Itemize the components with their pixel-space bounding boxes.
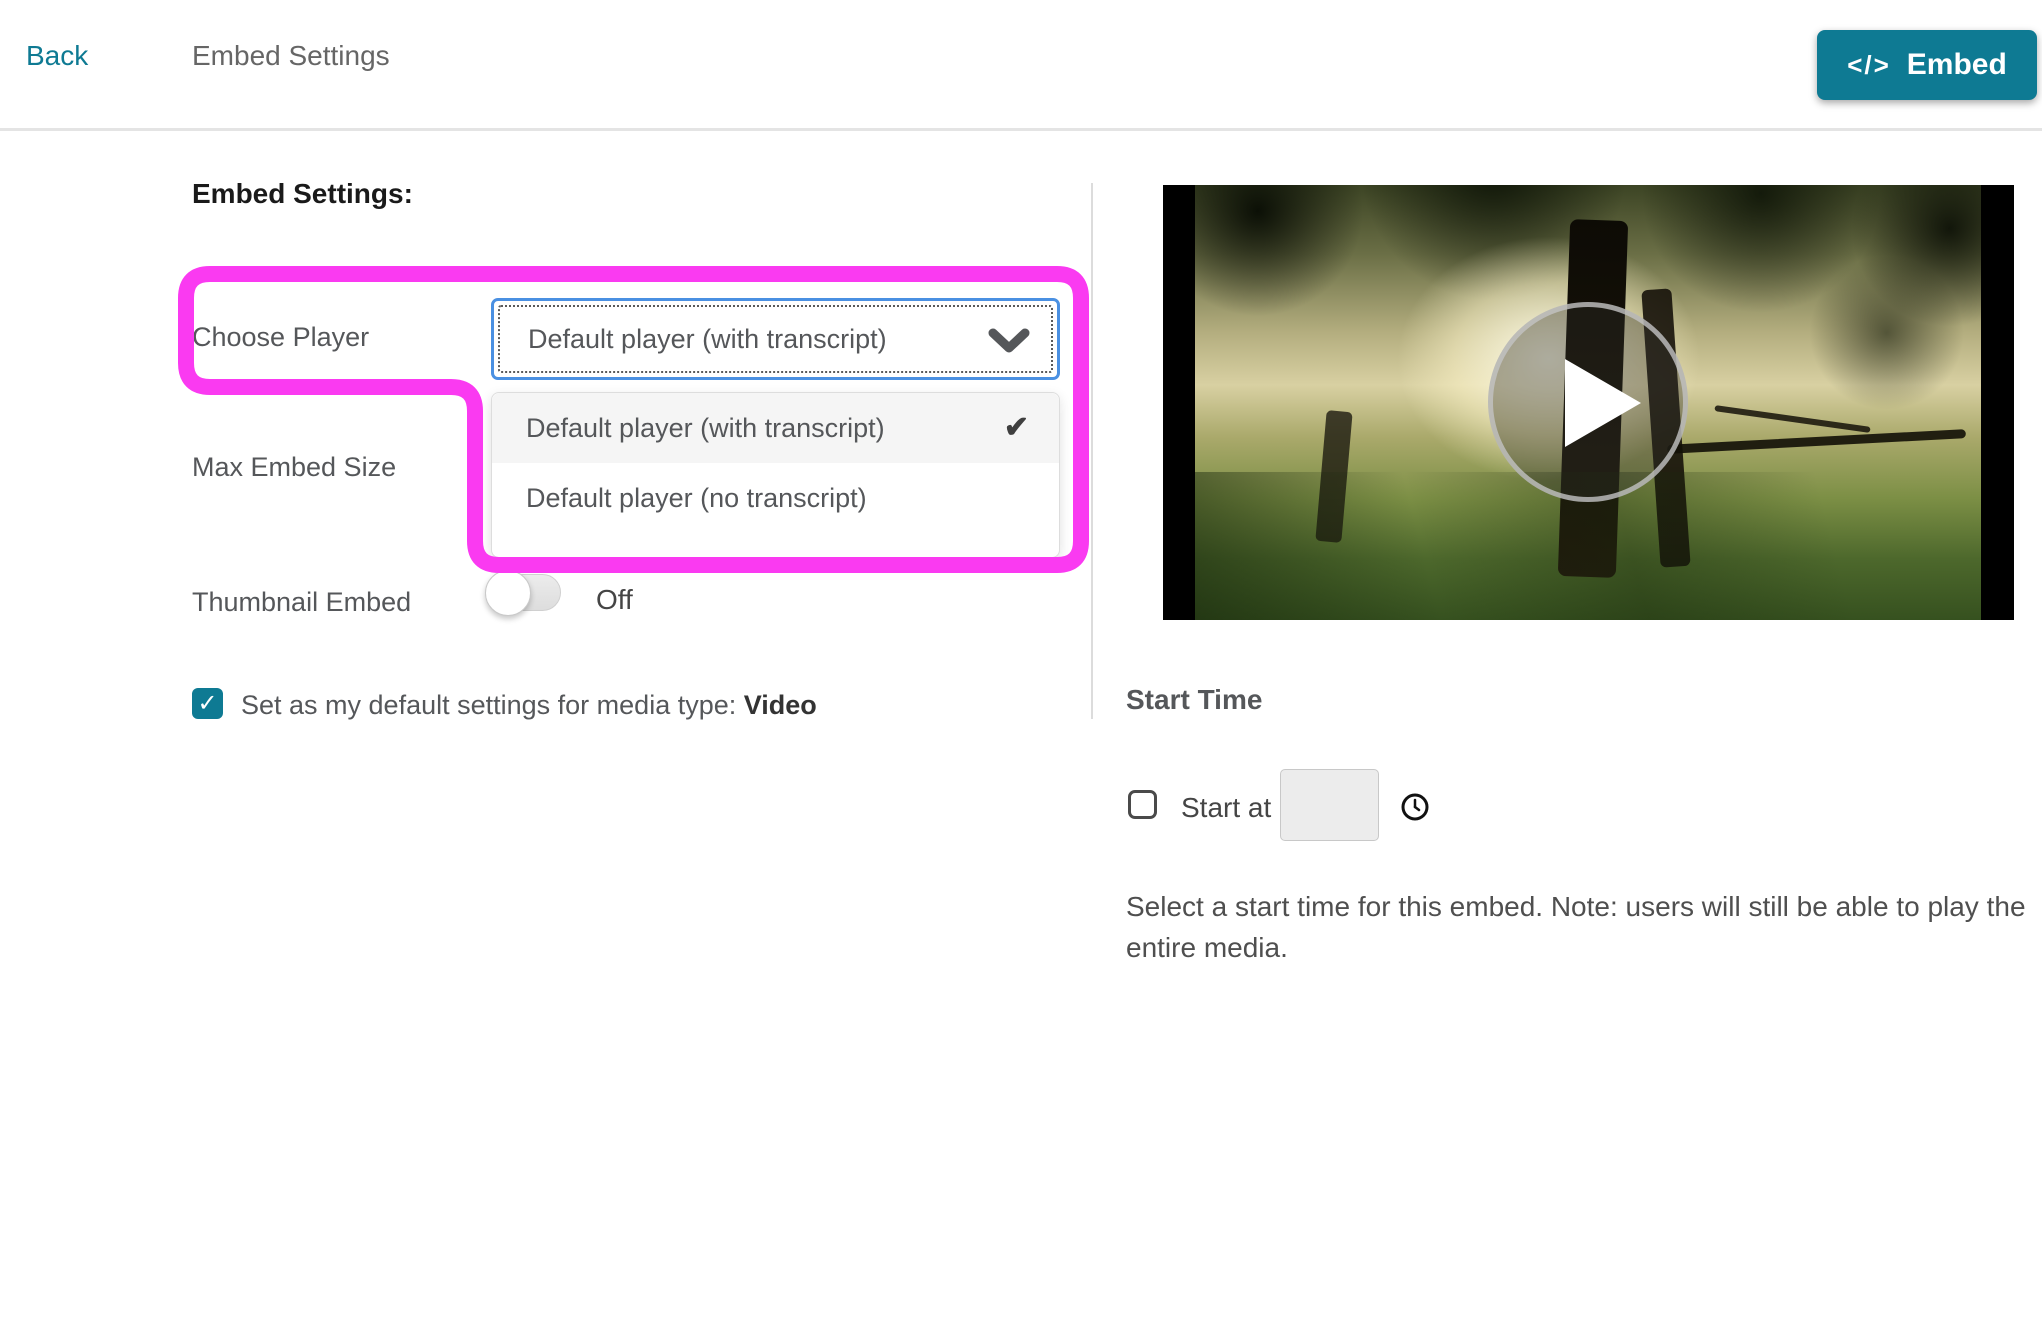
start-time-title: Start Time [1126, 684, 1262, 716]
start-time-input[interactable] [1280, 769, 1379, 841]
embed-settings-page: Back Embed Settings </> Embed Embed Sett… [0, 0, 2042, 1340]
option-label: Default player (no transcript) [526, 483, 867, 513]
toggle-knob [485, 570, 531, 616]
choose-player-dropdown[interactable]: Default player (with transcript) [491, 298, 1060, 380]
selected-check-icon: ✔ [1004, 393, 1029, 463]
default-settings-text: Set as my default settings for media typ… [241, 690, 744, 720]
play-button[interactable] [1488, 302, 1688, 502]
code-icon: </> [1847, 50, 1891, 81]
default-settings-label: Set as my default settings for media typ… [241, 690, 817, 721]
clock-icon [1400, 792, 1430, 822]
page-title: Embed Settings [192, 40, 390, 72]
default-settings-checkbox[interactable]: ✓ [192, 688, 223, 719]
dropdown-selected-value: Default player (with transcript) [528, 301, 887, 377]
header-divider [0, 128, 2042, 131]
option-default-player-with-transcript[interactable]: Default player (with transcript) ✔ [492, 393, 1059, 463]
start-at-checkbox[interactable] [1128, 790, 1157, 819]
play-icon [1565, 359, 1641, 447]
thumbnail-embed-state: Off [596, 584, 633, 616]
option-label: Default player (with transcript) [526, 413, 885, 443]
option-default-player-no-transcript[interactable]: Default player (no transcript) [492, 463, 1059, 533]
media-type-value: Video [744, 690, 817, 720]
embed-button-label: Embed [1907, 48, 2007, 82]
section-title: Embed Settings: [192, 178, 413, 210]
tree-branch [1714, 405, 1870, 433]
choose-player-options-menu: Default player (with transcript) ✔ Defau… [491, 392, 1060, 558]
choose-player-label: Choose Player [192, 322, 369, 353]
chevron-down-icon [987, 327, 1031, 355]
check-icon: ✓ [197, 689, 217, 718]
column-divider [1091, 183, 1093, 719]
thumbnail-embed-label: Thumbnail Embed [192, 587, 411, 618]
max-embed-size-label: Max Embed Size [192, 452, 396, 483]
embed-button[interactable]: </> Embed [1817, 30, 2037, 100]
start-at-label: Start at [1181, 792, 1271, 824]
back-link[interactable]: Back [26, 40, 88, 72]
thumbnail-embed-toggle[interactable] [487, 574, 561, 611]
tree-branch [1667, 429, 1966, 454]
start-time-help-text: Select a start time for this embed. Note… [1126, 886, 2031, 968]
